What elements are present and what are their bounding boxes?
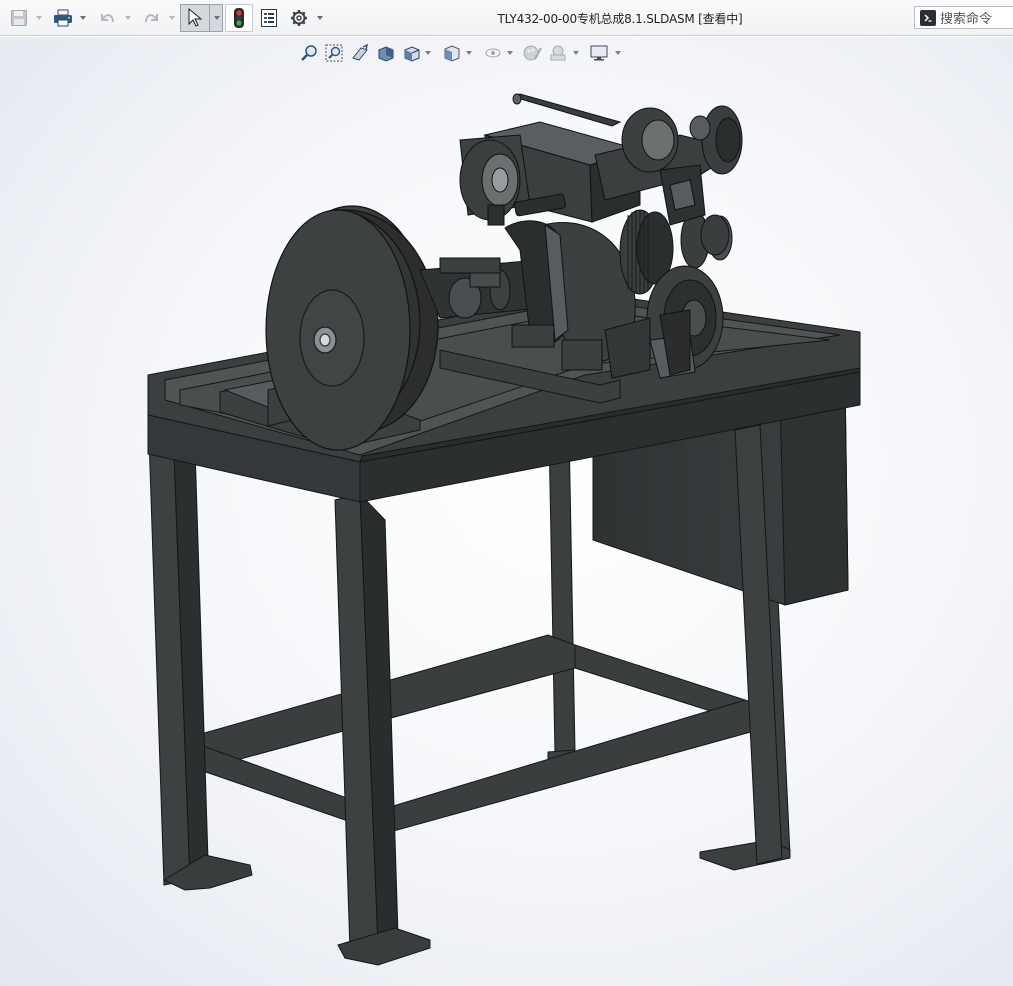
apply-scene-button[interactable] — [547, 42, 569, 64]
save-icon — [11, 10, 27, 26]
zoom-to-fit-button[interactable] — [298, 42, 320, 64]
print-icon — [54, 9, 72, 27]
save-button[interactable] — [8, 5, 30, 31]
top-rod — [512, 93, 622, 127]
section-view-button[interactable] — [375, 42, 397, 64]
section-view-icon — [378, 46, 394, 62]
view-settings-button[interactable] — [588, 42, 610, 64]
apply-scene-dropdown[interactable] — [572, 42, 580, 64]
view-orientation-button[interactable] — [401, 42, 423, 64]
print-dropdown[interactable] — [78, 5, 88, 31]
undo-dropdown[interactable] — [123, 5, 133, 31]
display-style-icon — [444, 45, 460, 62]
lower-stretchers — [179, 634, 766, 833]
display-style-button[interactable] — [441, 42, 463, 64]
top-toolbar: TLY432-00-00专机总成8.1.SLDASM [查看中] 搜索命令 — [0, 0, 1013, 36]
hide-show-items-button[interactable] — [482, 42, 504, 64]
search-commands-input[interactable]: 搜索命令 — [914, 6, 1013, 29]
redo-button[interactable] — [141, 5, 163, 31]
zoom-to-area-button[interactable] — [323, 42, 345, 64]
view-settings-dropdown[interactable] — [614, 42, 622, 64]
select-separator — [209, 4, 210, 32]
leg-front-middle — [334, 492, 431, 966]
edit-appearance-button[interactable] — [522, 42, 544, 64]
graphics-area[interactable] — [0, 37, 1013, 986]
hide-show-items-icon — [485, 48, 501, 58]
save-dropdown[interactable] — [34, 5, 44, 31]
view-orientation-icon — [404, 46, 420, 62]
previous-view-button[interactable] — [349, 42, 371, 64]
select-dropdown[interactable] — [212, 5, 222, 31]
rebuild-button[interactable] — [225, 4, 253, 32]
redo-icon — [145, 14, 158, 23]
window-title: TLY432-00-00专机总成8.1.SLDASM [查看中] — [497, 12, 743, 26]
file-properties-icon — [261, 9, 277, 27]
undo-button[interactable] — [96, 5, 118, 31]
machine-assembly-model[interactable] — [0, 37, 1013, 986]
undo-icon — [101, 14, 114, 23]
file-properties-button[interactable] — [258, 5, 280, 31]
view-settings-icon — [590, 45, 608, 61]
traffic-light-icon — [234, 8, 244, 28]
redo-dropdown[interactable] — [167, 5, 177, 31]
apply-scene-icon — [550, 45, 566, 61]
terminal-icon — [920, 9, 936, 26]
cursor-arrow-icon — [188, 8, 203, 27]
gear-icon — [291, 10, 307, 26]
options-button[interactable] — [288, 5, 310, 31]
edit-appearance-icon — [523, 45, 542, 61]
zoom-to-fit-icon — [301, 45, 317, 61]
hide-show-items-dropdown[interactable] — [506, 42, 514, 64]
print-button[interactable] — [51, 5, 75, 31]
display-style-dropdown[interactable] — [465, 42, 473, 64]
previous-view-icon — [352, 44, 368, 61]
view-orientation-dropdown[interactable] — [424, 42, 432, 64]
zoom-to-area-icon — [325, 44, 343, 62]
options-dropdown[interactable] — [315, 5, 325, 31]
heads-up-view-toolbar — [296, 40, 626, 66]
search-placeholder: 搜索命令 — [940, 12, 993, 27]
